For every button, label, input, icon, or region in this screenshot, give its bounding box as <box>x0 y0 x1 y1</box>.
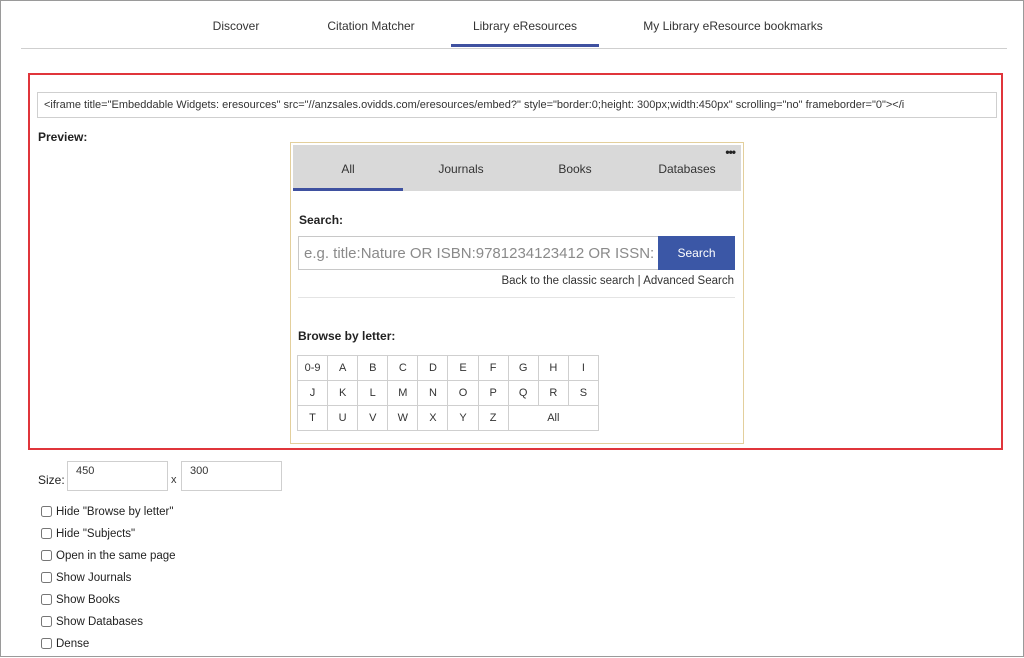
letter-cell[interactable]: E <box>447 355 479 381</box>
dense-checkbox[interactable] <box>41 638 52 649</box>
letter-cell[interactable]: H <box>537 355 569 381</box>
divider <box>298 297 735 298</box>
option-label: Open in the same page <box>56 550 176 562</box>
letter-cell[interactable]: P <box>477 380 509 406</box>
same-page-checkbox[interactable] <box>41 550 52 561</box>
letter-cell[interactable]: B <box>357 355 389 381</box>
option-hide-browse[interactable]: Hide "Browse by letter" <box>41 504 176 526</box>
letter-cell[interactable]: Y <box>447 405 479 431</box>
letter-cell[interactable]: O <box>447 380 479 406</box>
search-links: Back to the classic search | Advanced Se… <box>501 275 734 287</box>
option-label: Show Books <box>56 594 120 606</box>
letter-cell[interactable]: Z <box>477 405 509 431</box>
tab-eresource-bookmarks[interactable]: My Library eResource bookmarks <box>621 1 845 47</box>
option-show-databases[interactable]: Show Databases <box>41 614 176 636</box>
more-options-icon[interactable]: ••• <box>725 146 736 158</box>
letter-cell[interactable]: Q <box>507 380 539 406</box>
letter-cell[interactable]: G <box>507 355 539 381</box>
width-input[interactable] <box>67 461 168 491</box>
hide-browse-checkbox[interactable] <box>41 506 52 517</box>
search-label: Search: <box>299 213 344 227</box>
letter-grid: 0-9 A B C D E F G H I J K L M N O P Q R <box>296 355 600 431</box>
option-same-page[interactable]: Open in the same page <box>41 548 176 570</box>
show-books-checkbox[interactable] <box>41 594 52 605</box>
widget-tab-bar: All Journals Books Databases ••• <box>293 145 741 191</box>
widget-preview: All Journals Books Databases ••• Search:… <box>290 142 744 444</box>
letter-cell[interactable]: V <box>357 405 389 431</box>
letter-cell[interactable]: X <box>417 405 449 431</box>
letter-cell[interactable]: 0-9 <box>296 355 329 381</box>
tab-citation-matcher[interactable]: Citation Matcher <box>306 1 436 47</box>
option-label: Dense <box>56 638 90 650</box>
size-label: Size: <box>38 473 65 487</box>
widget-tab-all[interactable]: All <box>293 145 403 191</box>
letter-cell[interactable]: W <box>387 405 419 431</box>
letter-cell[interactable]: R <box>537 380 569 406</box>
widget-tab-books[interactable]: Books <box>519 145 631 191</box>
option-show-journals[interactable]: Show Journals <box>41 570 176 592</box>
letter-cell[interactable]: D <box>417 355 449 381</box>
option-label: Show Databases <box>56 616 143 628</box>
hide-subjects-checkbox[interactable] <box>41 528 52 539</box>
letter-cell[interactable]: A <box>327 355 359 381</box>
letter-cell[interactable]: I <box>567 355 600 381</box>
height-input[interactable] <box>181 461 282 491</box>
size-separator: x <box>171 474 177 486</box>
letter-cell[interactable]: T <box>296 405 329 431</box>
option-label: Show Journals <box>56 572 132 584</box>
option-label: Hide "Browse by letter" <box>56 506 174 518</box>
search-button[interactable]: Search <box>658 236 735 270</box>
search-input[interactable] <box>298 236 658 270</box>
tab-library-eresources[interactable]: Library eResources <box>451 1 599 47</box>
letter-cell[interactable]: U <box>327 405 359 431</box>
letter-cell[interactable]: K <box>327 380 359 406</box>
option-label: Hide "Subjects" <box>56 528 136 540</box>
widget-tab-journals[interactable]: Journals <box>405 145 517 191</box>
top-navigation: Discover Citation Matcher Library eResou… <box>21 1 1007 49</box>
letter-cell[interactable]: C <box>387 355 419 381</box>
preview-label: Preview: <box>38 130 88 144</box>
browse-label: Browse by letter: <box>298 329 396 343</box>
letter-cell[interactable]: N <box>417 380 449 406</box>
options-list: Hide "Browse by letter" Hide "Subjects" … <box>41 504 176 658</box>
page-frame: Discover Citation Matcher Library eResou… <box>0 0 1024 657</box>
link-separator: | <box>637 275 641 287</box>
tab-discover[interactable]: Discover <box>181 1 291 47</box>
option-hide-subjects[interactable]: Hide "Subjects" <box>41 526 176 548</box>
show-databases-checkbox[interactable] <box>41 616 52 627</box>
classic-search-link[interactable]: Back to the classic search <box>501 275 634 287</box>
option-show-books[interactable]: Show Books <box>41 592 176 614</box>
letter-cell[interactable]: S <box>567 380 600 406</box>
letter-cell-all[interactable]: All <box>507 405 600 431</box>
advanced-search-link[interactable]: Advanced Search <box>643 275 734 287</box>
letter-cell[interactable]: F <box>477 355 509 381</box>
letter-cell[interactable]: L <box>357 380 389 406</box>
option-dense[interactable]: Dense <box>41 636 176 658</box>
show-journals-checkbox[interactable] <box>41 572 52 583</box>
letter-cell[interactable]: J <box>296 380 329 406</box>
letter-cell[interactable]: M <box>387 380 419 406</box>
embed-code-field[interactable] <box>37 92 997 118</box>
